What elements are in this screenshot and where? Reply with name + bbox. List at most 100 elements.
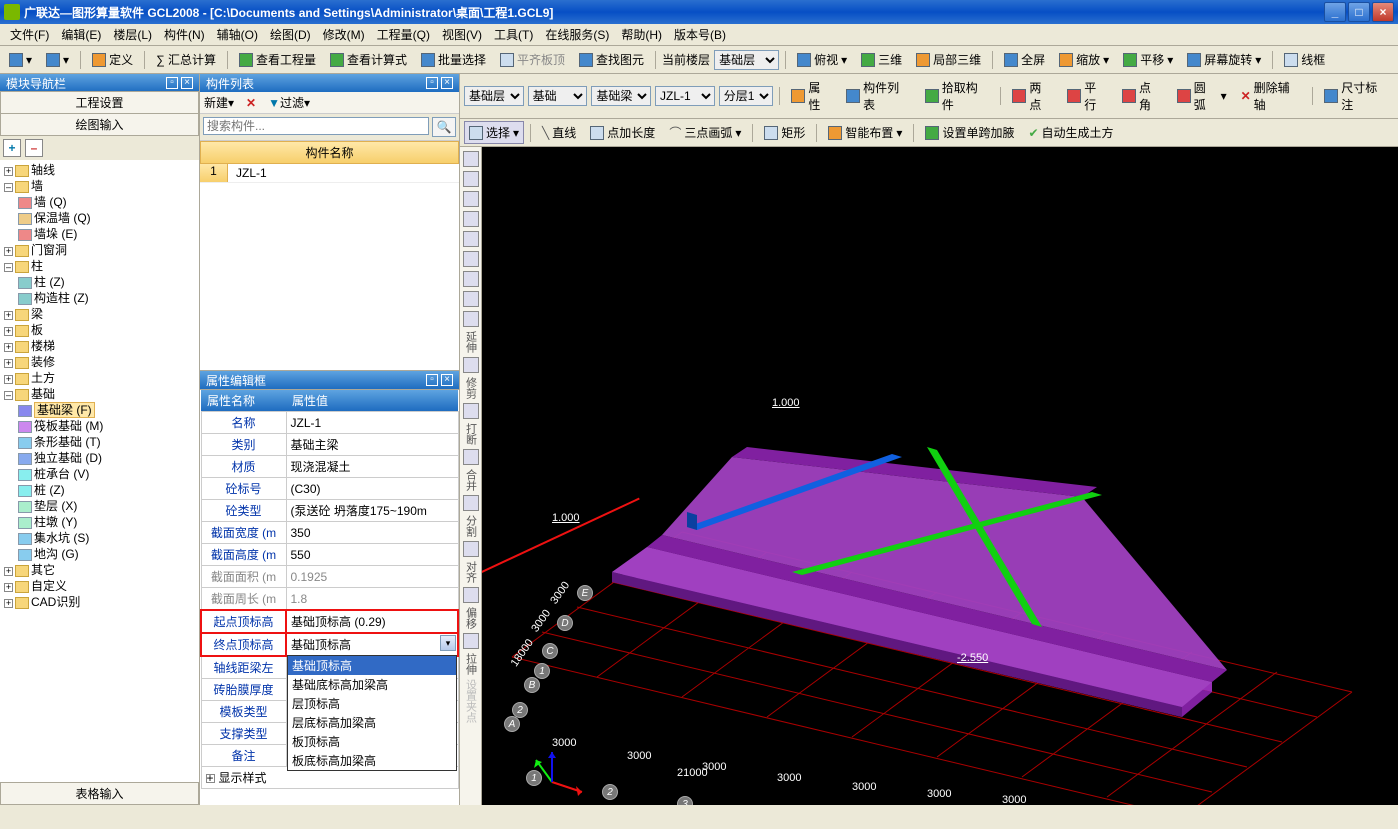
rotate-screen-button[interactable]: 屏幕旋转▾	[1182, 48, 1266, 71]
prop-start-top-elev[interactable]: 基础顶标高 (0.29)	[286, 610, 458, 633]
tree-foundation[interactable]: 基础	[31, 387, 55, 401]
minimize-button[interactable]: _	[1324, 2, 1346, 22]
tree-strip[interactable]: 条形基础 (T)	[34, 435, 101, 449]
drawing-input-tab[interactable]: 绘图输入	[0, 113, 199, 136]
sel-subcategory[interactable]: 基础梁	[591, 86, 651, 106]
component-tree[interactable]: +轴线 –墙 墙 (Q) 保温墙 (Q) 墙垛 (E) +门窗洞 –柱 柱 (Z…	[0, 160, 199, 783]
tree-iso[interactable]: 独立基础 (D)	[34, 451, 102, 465]
flat-top-button[interactable]: 平齐板顶	[495, 48, 570, 71]
tree-insul[interactable]: 保温墙 (Q)	[34, 211, 91, 225]
prop-width-value[interactable]: 350	[286, 522, 458, 544]
vtool-align[interactable]	[463, 191, 479, 207]
menu-aux-axis[interactable]: 辅轴(O)	[211, 24, 264, 45]
tree-pile-cap[interactable]: 桩承台 (V)	[34, 467, 89, 481]
prop-name-value[interactable]: JZL-1	[286, 412, 458, 434]
tree-slab[interactable]: 板	[31, 323, 43, 337]
two-point-button[interactable]: 两点	[1007, 76, 1058, 116]
vtool-mirror[interactable]	[463, 211, 479, 227]
sel-component[interactable]: JZL-1	[655, 86, 715, 106]
top-view-button[interactable]: 俯视▾	[792, 48, 852, 71]
wireframe-button[interactable]: 线框	[1279, 48, 1330, 71]
view-calc-button[interactable]: 查看计算式	[325, 48, 412, 71]
menu-view[interactable]: 视图(V)	[436, 24, 488, 45]
table-input-tab[interactable]: 表格输入	[0, 782, 199, 805]
menu-version[interactable]: 版本号(B)	[668, 24, 732, 45]
tree-foundation-beam[interactable]: 基础梁 (F)	[34, 402, 95, 418]
elevation-dropdown-list[interactable]: 基础顶标高 基础底标高加梁高 层顶标高 层底标高加梁高 板顶标高 板底标高加梁高	[287, 655, 457, 771]
vtool-extend[interactable]	[463, 311, 479, 327]
menu-draw[interactable]: 绘图(D)	[264, 24, 317, 45]
tree-column[interactable]: 柱	[31, 259, 43, 273]
arc-button[interactable]: 圆弧▾	[1172, 76, 1232, 116]
dropdown-arrow-icon[interactable]: ▾	[440, 635, 456, 651]
vtool-align2[interactable]	[463, 541, 479, 557]
vtool-break[interactable]	[463, 403, 479, 419]
local-3d-button[interactable]: 局部三维	[911, 48, 986, 71]
three-pt-arc-button[interactable]: ⌒三点画弧▾	[664, 121, 746, 144]
collapse-all-button[interactable]: –	[25, 139, 43, 157]
select-button[interactable]: 选择▾	[464, 121, 524, 144]
dd-option[interactable]: 板底标高加梁高	[288, 751, 456, 770]
vtool-offset[interactable]	[463, 587, 479, 603]
prop-grade-value[interactable]: (C30)	[286, 478, 458, 500]
delete-component-button[interactable]: ✕	[246, 96, 256, 110]
point-angle-button[interactable]: 点角	[1117, 76, 1168, 116]
fullscreen-button[interactable]: 全屏	[999, 48, 1050, 71]
auto-earth-button[interactable]: ✔自动生成土方	[1023, 121, 1118, 144]
tree-con-col[interactable]: 构造柱 (Z)	[34, 291, 89, 305]
complist-close-icon[interactable]: ×	[441, 77, 453, 89]
vtool-move[interactable]	[463, 271, 479, 287]
3d-viewport[interactable]: 1.000 1.000 -2.550 A 2 B 1 C D E 1 2 3 4…	[482, 147, 1398, 805]
tree-sump[interactable]: 集水坑 (S)	[34, 531, 89, 545]
tree-wall-s[interactable]: 墙垛 (E)	[34, 227, 77, 241]
complist-pin-icon[interactable]: ▫	[426, 77, 438, 89]
prop-concrete-type-value[interactable]: (泵送砼 坍落度175~190m	[286, 500, 458, 522]
menu-floor[interactable]: 楼层(L)	[107, 24, 158, 45]
tree-cad[interactable]: CAD识别	[31, 595, 80, 609]
pick-comp-button[interactable]: 拾取构件	[920, 76, 995, 116]
dim-annot-button[interactable]: 尺寸标注	[1319, 76, 1394, 116]
tree-deco[interactable]: 装修	[31, 355, 55, 369]
grid-row[interactable]: 1 JZL-1	[200, 164, 459, 183]
maximize-button[interactable]: □	[1348, 2, 1370, 22]
menu-quantity[interactable]: 工程量(Q)	[371, 24, 436, 45]
menu-help[interactable]: 帮助(H)	[615, 24, 668, 45]
prop-height-value[interactable]: 550	[286, 544, 458, 566]
filter-button[interactable]: ▼过滤▾	[268, 94, 310, 111]
tree-beam[interactable]: 梁	[31, 307, 43, 321]
close-button[interactable]: ×	[1372, 2, 1394, 22]
prop-material-value[interactable]: 现浇混凝土	[286, 456, 458, 478]
menu-modify[interactable]: 修改(M)	[317, 24, 371, 45]
prop-end-top-elev[interactable]: 基础顶标高 ▾ 基础顶标高 基础底标高加梁高 层顶标高 层底标高加梁高 板顶标高…	[286, 633, 458, 656]
vtool-pick[interactable]	[463, 171, 479, 187]
line-button[interactable]: ╲直线	[537, 121, 581, 144]
tree-cushion[interactable]: 垫层 (X)	[34, 499, 77, 513]
del-aux-button[interactable]: ✕删除辅轴	[1236, 76, 1307, 116]
project-settings-tab[interactable]: 工程设置	[0, 91, 199, 114]
row-value[interactable]: JZL-1	[228, 164, 459, 182]
undo-button[interactable]: ▾	[4, 50, 37, 70]
property-button[interactable]: 属性	[786, 76, 837, 116]
menu-edit[interactable]: 编辑(E)	[55, 24, 107, 45]
tree-custom[interactable]: 自定义	[31, 579, 67, 593]
prop-display-style[interactable]: 显示样式	[219, 771, 267, 785]
tree-pile[interactable]: 桩 (Z)	[34, 483, 65, 497]
vtool-stretch[interactable]	[463, 633, 479, 649]
new-component-button[interactable]: 新建▾	[204, 94, 234, 111]
menu-online[interactable]: 在线服务(S)	[539, 24, 615, 45]
prop-type-value[interactable]: 基础主梁	[286, 434, 458, 456]
tree-trench[interactable]: 地沟 (G)	[34, 547, 79, 561]
zoom-button[interactable]: 缩放▾	[1054, 48, 1114, 71]
sel-category[interactable]: 基础	[528, 86, 588, 106]
menu-component[interactable]: 构件(N)	[158, 24, 211, 45]
rect-button[interactable]: 矩形	[759, 121, 810, 144]
vtool-brush[interactable]	[463, 151, 479, 167]
3d-button[interactable]: 三维	[856, 48, 907, 71]
dd-option[interactable]: 基础底标高加梁高	[288, 675, 456, 694]
sel-floor[interactable]: 基础层	[464, 86, 524, 106]
prop-close-icon[interactable]: ×	[441, 374, 453, 386]
tree-earth[interactable]: 土方	[31, 371, 55, 385]
menu-file[interactable]: 文件(F)	[4, 24, 55, 45]
span-haunch-button[interactable]: 设置单跨加腋	[920, 121, 1019, 144]
vtool-rotate[interactable]	[463, 291, 479, 307]
